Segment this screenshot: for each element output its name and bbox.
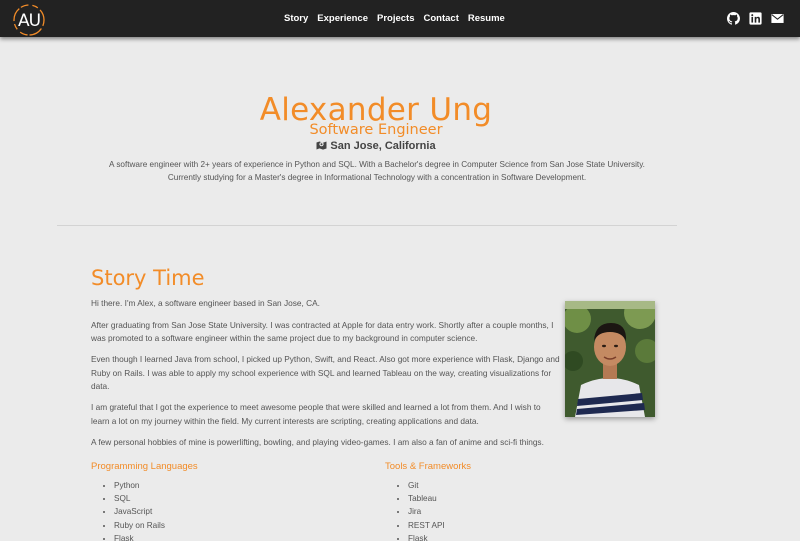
section-divider — [57, 225, 677, 226]
list-item: Jira — [408, 505, 471, 518]
tools-frameworks-list: Git Tableau Jira REST API Flask — [385, 479, 471, 541]
list-item: Ruby on Rails — [114, 519, 198, 532]
profile-photo-image — [565, 301, 655, 417]
story-paragraph: Hi there. I'm Alex, a software engineer … — [91, 298, 320, 308]
nav-link-experience[interactable]: Experience — [317, 13, 368, 24]
logo-text: AU — [17, 11, 41, 31]
list-item: Flask — [408, 532, 471, 541]
story-paragraph: A few personal hobbies of mine is powerl… — [91, 436, 544, 447]
social-icons — [727, 12, 784, 25]
github-icon[interactable] — [727, 12, 740, 25]
tools-frameworks-section: Tools & Frameworks Git Tableau Jira REST… — [385, 461, 471, 541]
top-navbar: AU Story Experience Projects Contact Res… — [0, 0, 800, 37]
nav-link-projects[interactable]: Projects — [377, 13, 415, 24]
programming-languages-list: Python SQL JavaScript Ruby on Rails Flas… — [91, 479, 198, 541]
nav-link-resume[interactable]: Resume — [468, 13, 505, 24]
map-location-icon — [316, 141, 327, 150]
story-paragraph: After graduating from San Jose State Uni… — [91, 319, 554, 344]
linkedin-icon[interactable] — [749, 12, 762, 25]
nav-link-story[interactable]: Story — [284, 13, 308, 24]
programming-languages-title: Programming Languages — [91, 461, 198, 472]
list-item: Git — [408, 479, 471, 492]
logo[interactable]: AU — [12, 3, 46, 37]
story-paragraph: I am grateful that I got the experience … — [91, 402, 541, 426]
hero-role: Software Engineer — [309, 122, 443, 138]
profile-photo — [565, 301, 655, 417]
list-item: Flask — [114, 532, 198, 541]
hero-description: A software engineer with 2+ years of exp… — [109, 160, 645, 182]
hero-location: San Jose, California — [0, 140, 752, 152]
story-body: Hi there. I'm Alex, a software engineer … — [91, 297, 561, 457]
list-item: SQL — [114, 492, 198, 505]
list-item: JavaScript — [114, 505, 198, 518]
hero-location-text: San Jose, California — [330, 140, 436, 152]
story-title: Story Time — [91, 266, 205, 290]
story-paragraph: Even though I learned Java from school, … — [91, 354, 560, 391]
tools-frameworks-title: Tools & Frameworks — [385, 461, 472, 472]
list-item: Python — [114, 479, 198, 492]
mail-icon[interactable] — [771, 12, 784, 25]
programming-languages-section: Programming Languages Python SQL JavaScr… — [91, 461, 198, 541]
nav-links: Story Experience Projects Contact Resume — [284, 0, 514, 37]
list-item: REST API — [408, 519, 471, 532]
list-item: Tableau — [408, 492, 471, 505]
nav-link-contact[interactable]: Contact — [424, 13, 459, 24]
